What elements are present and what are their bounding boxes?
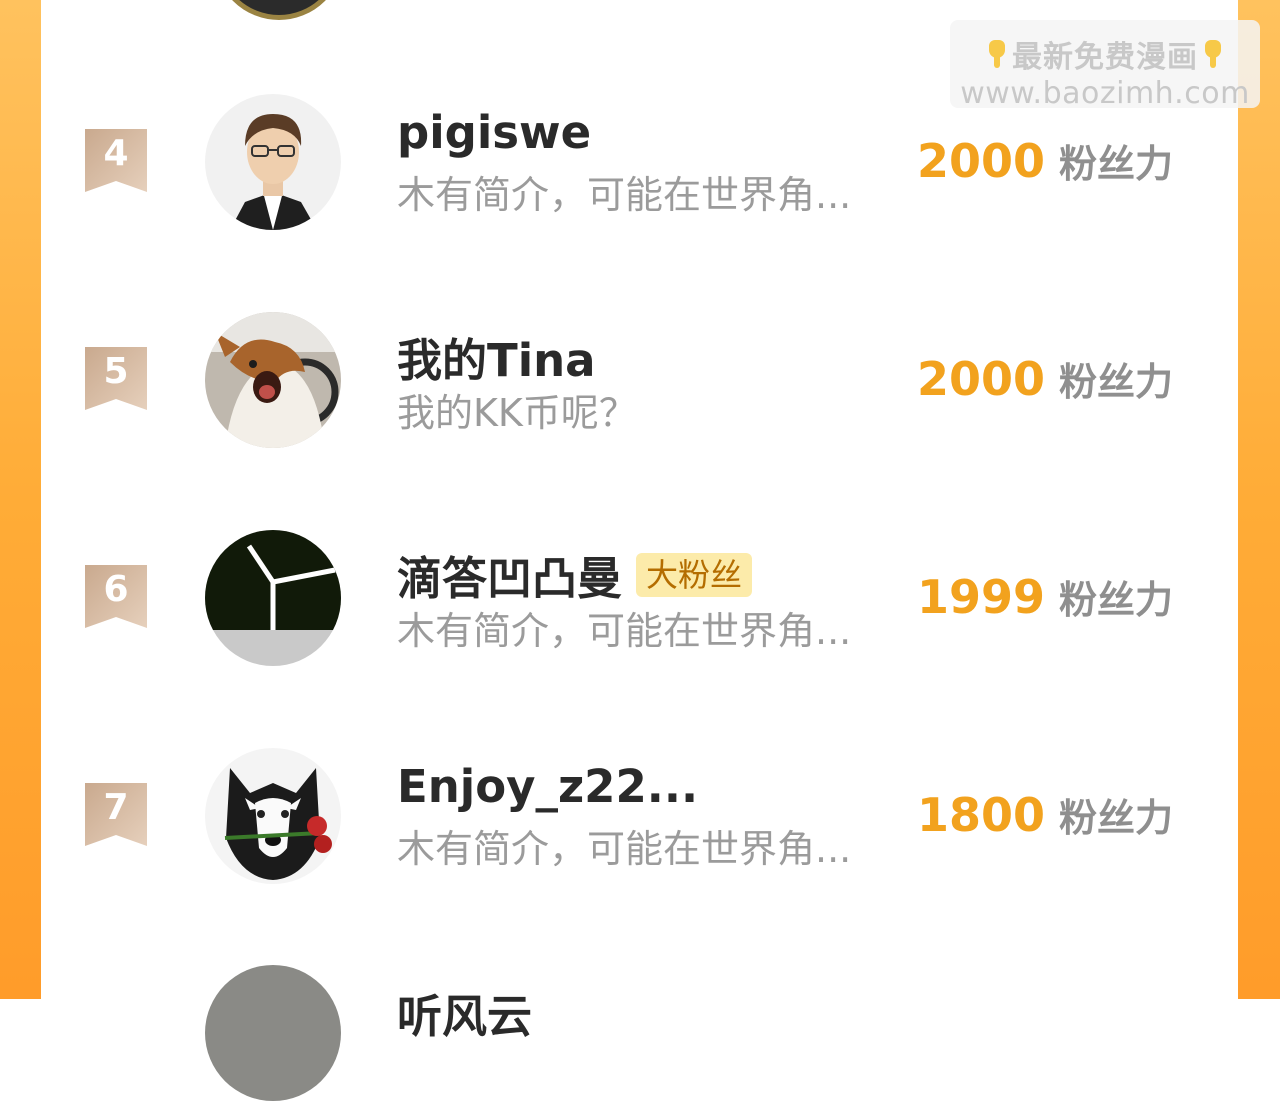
- user-name[interactable]: 我的Tina: [397, 324, 596, 389]
- user-avatar[interactable]: [205, 530, 341, 666]
- user-name-text[interactable]: 我的Tina: [397, 324, 596, 389]
- ranking-row[interactable]: 6 滴答凹凸曼 大粉丝 木有简介，可能在世界角... 1999 粉丝力: [0, 528, 1280, 668]
- rank-badge: 7: [85, 783, 147, 846]
- user-bio: 木有简介，可能在世界角...: [397, 173, 852, 217]
- score-unit: 粉丝力: [1059, 796, 1174, 840]
- user-bio: 木有简介，可能在世界角...: [397, 609, 852, 653]
- pointing-down-hand-icon: [986, 40, 1008, 68]
- watermark-title: 最新免费漫画: [1012, 40, 1198, 75]
- ranking-row[interactable]: 4 pigiswe 木有简介，可能在世界角... 2000 粉丝力: [0, 92, 1280, 232]
- rank-number: 6: [103, 569, 129, 610]
- fan-power-score: 2000 粉丝力: [917, 133, 1173, 188]
- user-avatar[interactable]: [205, 94, 341, 230]
- user-avatar[interactable]: [205, 748, 341, 884]
- user-name[interactable]: pigiswe: [397, 106, 591, 159]
- user-name-text[interactable]: 滴答凹凸曼: [397, 542, 622, 607]
- user-name[interactable]: Enjoy_z22...: [397, 760, 698, 813]
- user-name-text[interactable]: pigiswe: [397, 106, 591, 159]
- next-user-avatar[interactable]: [205, 965, 341, 1101]
- fan-power-score: 1999 粉丝力: [917, 569, 1173, 624]
- score-unit: 粉丝力: [1059, 578, 1174, 622]
- pointing-down-hand-icon: [1202, 40, 1224, 68]
- score-value: 1800: [917, 788, 1046, 842]
- user-bio: 我的KK币呢？: [397, 391, 637, 435]
- rank-number: 7: [103, 787, 129, 828]
- score-unit: 粉丝力: [1059, 142, 1174, 186]
- user-name-text[interactable]: Enjoy_z22...: [397, 760, 698, 813]
- user-name[interactable]: 滴答凹凸曼 大粉丝: [397, 542, 753, 607]
- next-user-name[interactable]: 听风云: [397, 980, 532, 1045]
- user-bio: 木有简介，可能在世界角...: [397, 827, 852, 871]
- fan-power-score: 1800 粉丝力: [917, 787, 1173, 842]
- rank-badge: 6: [85, 565, 147, 628]
- score-value: 2000: [917, 352, 1046, 406]
- rank-number: 4: [103, 133, 129, 174]
- rank-badge: 4: [85, 129, 147, 192]
- rank-badge: 5: [85, 347, 147, 410]
- score-value: 2000: [917, 134, 1046, 188]
- user-avatar[interactable]: [205, 312, 341, 448]
- super-fan-badge: 大粉丝: [636, 552, 753, 597]
- score-value: 1999: [917, 570, 1046, 624]
- ranking-row[interactable]: 5 我的Tina 我的KK币呢？ 2000 粉丝力: [0, 310, 1280, 450]
- fan-power-score: 2000 粉丝力: [917, 351, 1173, 406]
- score-unit: 粉丝力: [1059, 360, 1174, 404]
- ranking-row[interactable]: 7 Enjoy_z22... 木有简介，可能在世界角... 1800 粉丝力: [0, 746, 1280, 886]
- rank-number: 5: [103, 351, 129, 392]
